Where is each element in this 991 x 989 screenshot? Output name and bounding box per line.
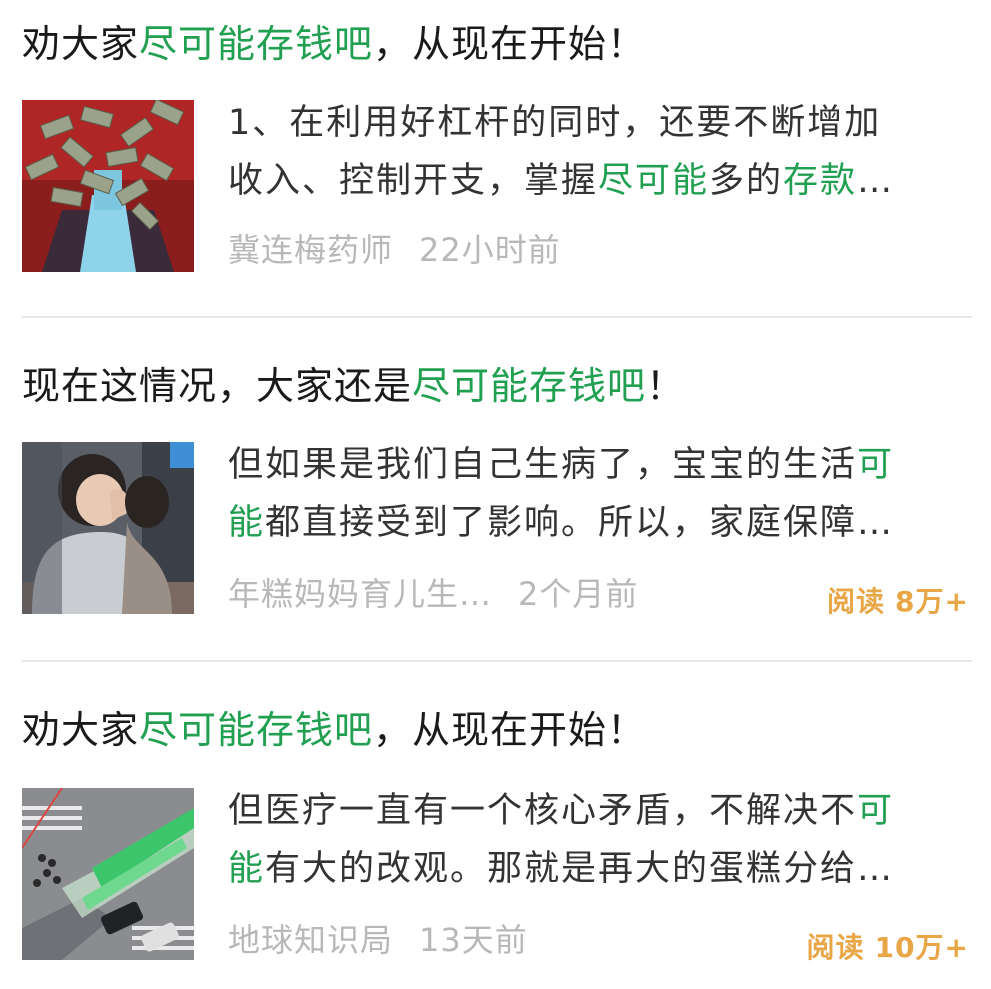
article-meta: 冀连梅药师 22小时前 xyxy=(228,228,561,272)
snippet-line: 但如果是我们自己生病了，宝宝的生活可 xyxy=(228,436,958,494)
snippet-text: 都直接受到了影响。所以，家庭保障… xyxy=(265,503,895,543)
article-snippet: 但医疗一直有一个核心矛盾，不解决不可 能有大的改观。那就是再大的蛋糕分给… xyxy=(228,782,958,898)
publish-time: 22小时前 xyxy=(419,231,561,269)
snippet-text: 但如果是我们自己生病了，宝宝的生活 xyxy=(228,445,858,485)
snippet-text: 有大的改观。那就是再大的蛋糕分给… xyxy=(265,849,895,889)
title-text: 现在这情况，大家还是 xyxy=(22,364,413,408)
read-number: 8万+ xyxy=(895,585,969,618)
snippet-highlight: 能 xyxy=(228,503,266,543)
publish-time: 13天前 xyxy=(419,921,528,959)
snippet-highlight: 可 xyxy=(857,445,895,485)
snippet-text: 但医疗一直有一个核心矛盾，不解决不 xyxy=(228,791,858,831)
snippet-text: 收入、控制开支，掌握 xyxy=(228,161,599,201)
snippet-line: 但医疗一直有一个核心矛盾，不解决不可 xyxy=(228,782,958,840)
mother-and-child-image xyxy=(22,442,194,614)
article-title[interactable]: 劝大家尽可能存钱吧，从现在开始！ xyxy=(22,702,646,758)
read-count: 阅读 8万+ xyxy=(827,580,969,624)
read-number: 10万+ xyxy=(874,931,969,964)
article-item-1[interactable]: 劝大家尽可能存钱吧，从现在开始！ 1、在利用好杠杆的同时，还要不断增加 收入、控… xyxy=(0,0,991,318)
money-portrait-image xyxy=(22,100,194,272)
article-snippet: 1、在利用好杠杆的同时，还要不断增加 收入、控制开支，掌握尽可能多的存款… xyxy=(228,94,958,210)
article-title[interactable]: 劝大家尽可能存钱吧，从现在开始！ xyxy=(22,16,646,72)
title-highlight: 尽可能存钱吧 xyxy=(139,22,374,66)
title-text: ，从现在开始！ xyxy=(373,22,647,66)
article-item-2[interactable]: 现在这情况，大家还是尽可能存钱吧！ 但如果是我们自己生病了，宝宝的生活可 能都直… xyxy=(0,318,991,662)
read-count: 阅读 10万+ xyxy=(807,926,969,970)
article-meta: 地球知识局 13天前 xyxy=(228,918,528,962)
article-snippet: 但如果是我们自己生病了，宝宝的生活可 能都直接受到了影响。所以，家庭保障… xyxy=(228,436,958,552)
snippet-text: 多的 xyxy=(709,161,784,201)
title-highlight: 尽可能存钱吧 xyxy=(412,364,647,408)
article-item-3[interactable]: 劝大家尽可能存钱吧，从现在开始！ 但医疗一直有一个核心矛盾，不解决不可 能有大的… xyxy=(0,662,991,989)
source-name[interactable]: 年糕妈妈育儿生… xyxy=(228,575,492,613)
publish-time: 2个月前 xyxy=(518,575,639,613)
snippet-line: 收入、控制开支，掌握尽可能多的存款… xyxy=(228,152,958,210)
snippet-highlight: 尽可能 xyxy=(598,161,710,201)
read-label: 阅读 xyxy=(827,585,886,618)
article-thumbnail[interactable] xyxy=(22,442,194,614)
title-text: 劝大家 xyxy=(22,22,140,66)
snippet-line: 1、在利用好杠杆的同时，还要不断增加 xyxy=(228,103,882,143)
snippet-text: … xyxy=(857,161,895,201)
article-thumbnail[interactable] xyxy=(22,788,194,960)
title-text: ，从现在开始！ xyxy=(373,708,647,752)
title-text: 劝大家 xyxy=(22,708,140,752)
snippet-line: 能有大的改观。那就是再大的蛋糕分给… xyxy=(228,840,958,898)
source-name[interactable]: 冀连梅药师 xyxy=(228,231,393,269)
read-label: 阅读 xyxy=(806,931,865,964)
title-text: ！ xyxy=(646,364,686,408)
title-highlight: 尽可能存钱吧 xyxy=(139,708,374,752)
article-title[interactable]: 现在这情况，大家还是尽可能存钱吧！ xyxy=(22,358,685,414)
snippet-highlight: 存款 xyxy=(783,161,858,201)
snippet-line: 能都直接受到了影响。所以，家庭保障… xyxy=(228,494,958,552)
source-name[interactable]: 地球知识局 xyxy=(228,921,393,959)
snippet-highlight: 能 xyxy=(228,849,266,889)
article-thumbnail[interactable] xyxy=(22,100,194,272)
city-intersection-image xyxy=(22,788,194,960)
article-meta: 年糕妈妈育儿生… 2个月前 xyxy=(228,572,638,616)
snippet-highlight: 可 xyxy=(857,791,895,831)
